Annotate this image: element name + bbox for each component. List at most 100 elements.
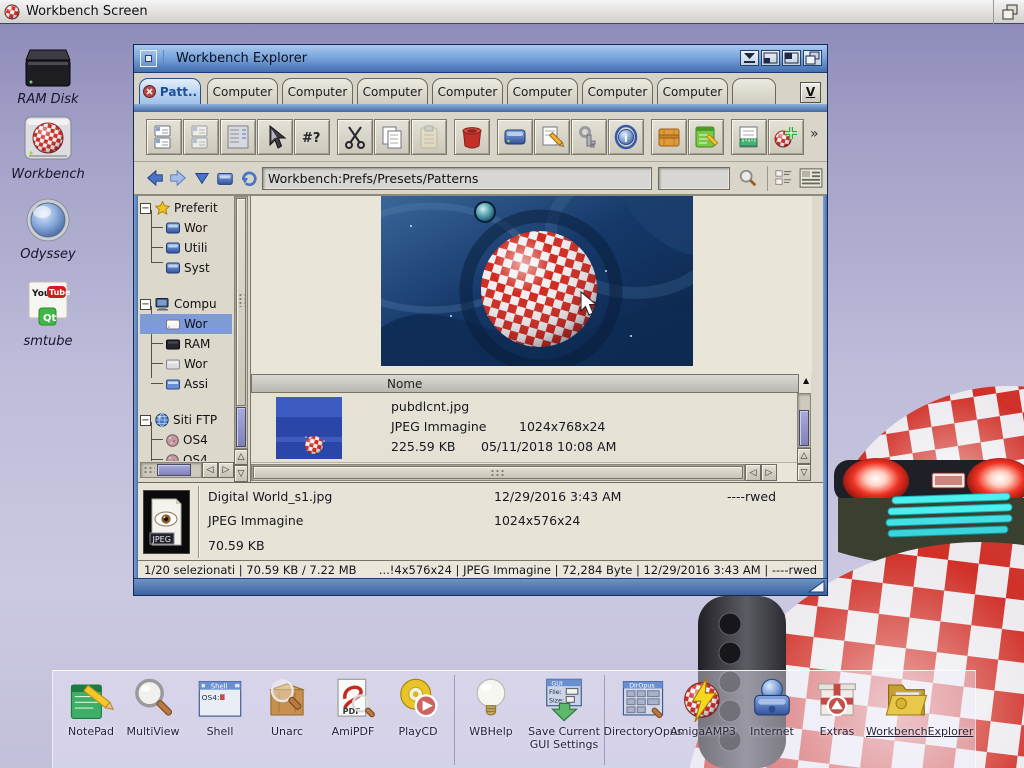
screen-depth-gadget[interactable] bbox=[993, 0, 1020, 24]
dock-item-multiview[interactable]: MultiView bbox=[115, 675, 191, 738]
tab-computer-4[interactable]: Computer bbox=[432, 78, 503, 104]
tree-item-assign[interactable]: Assi bbox=[140, 374, 208, 394]
window-iconify-gadget[interactable] bbox=[740, 50, 759, 66]
tree-group-preferiti[interactable]: − Preferit bbox=[140, 198, 218, 218]
list-scroll-left-arrow[interactable]: ◁ bbox=[745, 464, 761, 481]
icon-edit-button[interactable] bbox=[768, 119, 804, 155]
shell-icon: ShellOS4: bbox=[197, 675, 243, 725]
rename-button[interactable] bbox=[534, 119, 570, 155]
forward-arrow-icon[interactable] bbox=[167, 167, 189, 189]
tree-item-workbench-2[interactable]: Wor bbox=[140, 354, 207, 374]
edit-comment-button[interactable] bbox=[688, 119, 724, 155]
tab-computer-5[interactable]: Computer bbox=[507, 78, 578, 104]
parent-drawer-icon[interactable] bbox=[214, 167, 236, 189]
information-button[interactable]: i bbox=[608, 119, 644, 155]
internet-icon bbox=[749, 675, 795, 725]
file-list-row[interactable]: pubdlcnt.jpg JPEG Immagine1024x768x24 22… bbox=[251, 393, 799, 463]
tree-item-system[interactable]: Syst bbox=[140, 258, 210, 278]
extras-icon bbox=[814, 675, 860, 725]
tab-computer-1[interactable]: Computer bbox=[207, 78, 278, 104]
dock-item-amigaamp3[interactable]: AmigaAMP3 bbox=[665, 675, 741, 738]
dock-item-wbhelp[interactable]: WBHelp bbox=[453, 675, 529, 738]
smtube-icon: YouTubeQt bbox=[6, 280, 90, 332]
tree-group-ftp-sites[interactable]: − Siti FTP bbox=[140, 410, 217, 430]
refresh-icon[interactable] bbox=[238, 167, 260, 189]
collapse-icon[interactable]: − bbox=[140, 203, 151, 214]
desktop-icon-odyssey[interactable]: Odyssey bbox=[6, 193, 90, 262]
desktop-icon-workbench[interactable]: Workbench bbox=[6, 113, 90, 182]
search-magnifier-icon[interactable] bbox=[737, 167, 759, 189]
boing-ball-icon bbox=[4, 4, 20, 20]
format-drive-button[interactable] bbox=[497, 119, 533, 155]
tree-scroll-down-arrow[interactable]: ▽ bbox=[234, 465, 248, 482]
pattern-match-button[interactable]: #? bbox=[294, 119, 330, 155]
tab-computer-2[interactable]: Computer bbox=[282, 78, 353, 104]
filter-input[interactable] bbox=[658, 167, 730, 190]
directoryopus-icon: DirOpus bbox=[620, 675, 666, 725]
tab-list-button[interactable]: V bbox=[800, 82, 821, 103]
tab-computer-7[interactable]: Computer bbox=[657, 78, 728, 104]
tree-scroll-right-arrow[interactable]: ▷ bbox=[218, 462, 234, 478]
path-input[interactable] bbox=[262, 167, 652, 190]
file-dimensions: 1024x768x24 bbox=[519, 417, 605, 437]
window-titlebar[interactable]: Workbench Explorer bbox=[134, 45, 827, 73]
window-resize-gadget[interactable] bbox=[807, 580, 825, 593]
list-scroll-right-arrow[interactable]: ▷ bbox=[761, 464, 777, 481]
status-selection-info: 1/20 selezionati | 70.59 KB / 7.22 MB bbox=[144, 563, 357, 577]
list-scroll-up-arrow[interactable]: △ bbox=[797, 448, 811, 464]
list-scroll-down-arrow[interactable]: ▽ bbox=[797, 464, 811, 481]
toolbar-overflow-chevron[interactable]: » bbox=[810, 126, 819, 142]
drawer-icon bbox=[166, 222, 180, 234]
details-view-icon[interactable] bbox=[798, 167, 824, 189]
move-files-button[interactable] bbox=[183, 119, 219, 155]
dock-item-save-gui-settings[interactable]: GUIFile:Size: Save Current GUI Settings bbox=[523, 675, 605, 751]
window-close-gadget[interactable] bbox=[140, 50, 157, 67]
tree-group-computer[interactable]: − Compu bbox=[140, 294, 217, 314]
list-horizontal-scrollbar[interactable] bbox=[251, 464, 745, 481]
copy-files-button[interactable] bbox=[146, 119, 182, 155]
tree-item-os4depot-2[interactable]: OS4 bbox=[140, 450, 208, 461]
tab-empty[interactable] bbox=[732, 78, 776, 104]
tree-vertical-scrollbar[interactable] bbox=[234, 196, 248, 449]
tree-scroll-left-arrow[interactable]: ◁ bbox=[202, 462, 218, 478]
tab-computer-6[interactable]: Computer bbox=[582, 78, 653, 104]
file-details-panel: JPEG Digital World_s1.jpg 12/29/2016 3:4… bbox=[138, 482, 823, 560]
tree-item-ram-disk[interactable]: RAM bbox=[140, 334, 210, 354]
tooltypes-button[interactable] bbox=[731, 119, 767, 155]
cut-button[interactable] bbox=[337, 119, 373, 155]
list-header[interactable]: Nome bbox=[251, 374, 799, 393]
sort-indicator-icon[interactable]: ▲ bbox=[803, 376, 809, 385]
paste-button[interactable] bbox=[411, 119, 447, 155]
window-depth-gadget[interactable] bbox=[803, 50, 822, 66]
dock-item-workbenchexplorer[interactable]: WorkbenchExplorer bbox=[866, 675, 948, 738]
desktop-icon-ram-disk[interactable]: RAM Disk bbox=[6, 38, 90, 107]
tree-horizontal-scrollbar[interactable] bbox=[140, 462, 202, 478]
tree-scroll-up-arrow[interactable]: △ bbox=[234, 449, 248, 465]
back-arrow-icon[interactable] bbox=[144, 167, 166, 189]
select-pointer-button[interactable] bbox=[257, 119, 293, 155]
name-filter-toggle-icon[interactable] bbox=[773, 167, 795, 189]
history-dropdown-icon[interactable] bbox=[191, 167, 213, 189]
protection-key-button[interactable] bbox=[571, 119, 607, 155]
tree-item-utilities[interactable]: Utili bbox=[140, 238, 208, 258]
tab-computer-3[interactable]: Computer bbox=[357, 78, 428, 104]
tree-item-workbench[interactable]: Wor bbox=[140, 218, 207, 238]
tab-close-icon[interactable] bbox=[143, 85, 156, 98]
copy-button[interactable] bbox=[374, 119, 410, 155]
window-zoom-big-gadget[interactable] bbox=[782, 50, 801, 66]
desktop-icon-smtube[interactable]: YouTubeQt smtube bbox=[6, 280, 90, 349]
tree-item-os4depot-1[interactable]: OS4 bbox=[140, 430, 208, 450]
dock-item-extras[interactable]: Extras bbox=[799, 675, 875, 738]
tree-item-workbench-drive[interactable]: Wor bbox=[140, 314, 232, 334]
archive-button[interactable] bbox=[651, 119, 687, 155]
list-vertical-scrollbar[interactable] bbox=[797, 393, 811, 448]
dock-item-playcd[interactable]: PlayCD bbox=[380, 675, 456, 738]
collapse-icon[interactable]: − bbox=[140, 415, 151, 426]
window-zoom-small-gadget[interactable] bbox=[761, 50, 780, 66]
file-list-button[interactable] bbox=[220, 119, 256, 155]
delete-trash-button[interactable] bbox=[454, 119, 490, 155]
collapse-icon[interactable]: − bbox=[140, 299, 151, 310]
dock-item-unarc[interactable]: Unarc bbox=[249, 675, 325, 738]
tab-patterns[interactable]: Patt.. bbox=[139, 78, 201, 104]
dock-item-shell[interactable]: ShellOS4: Shell bbox=[182, 675, 258, 738]
